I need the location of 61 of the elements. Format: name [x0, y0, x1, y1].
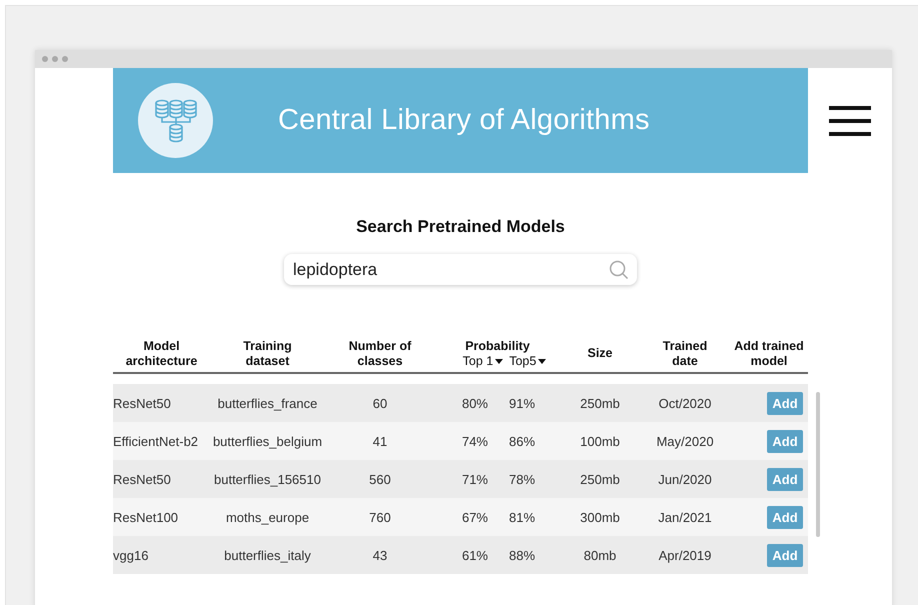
- add-button[interactable]: Add: [767, 506, 803, 528]
- table-cell-text: ResNet100: [113, 510, 180, 524]
- table-cell-text: Oct/2020: [658, 396, 712, 410]
- table-cell-text: moths_europe: [224, 510, 310, 524]
- table-cell-text: 61%: [460, 548, 489, 562]
- table-cell-text: EfficientNet-b2: [113, 434, 200, 448]
- window-dot-icon: [62, 56, 68, 62]
- table-cell-text: ResNet50: [113, 396, 172, 410]
- add-button[interactable]: Add: [767, 468, 803, 490]
- table-cell-text: butterflies_france: [216, 396, 318, 410]
- table-cell-text: 74%: [460, 434, 489, 448]
- table-cell-text: 67%: [460, 510, 489, 524]
- search-heading: Search Pretrained Models: [356, 217, 565, 237]
- caret-icon: [538, 358, 546, 364]
- table-cell-text: vgg16: [113, 548, 150, 562]
- add-button[interactable]: Add: [767, 430, 803, 452]
- table-cell-text: ResNet50: [113, 472, 172, 486]
- table-cell-text: 80mb: [582, 548, 618, 562]
- window-dot-icon: [42, 56, 48, 62]
- search-field[interactable]: lepidoptera: [284, 254, 637, 285]
- table-cell-text: 78%: [508, 472, 536, 486]
- scrollbar[interactable]: [816, 392, 820, 537]
- table-cell-text: Apr/2019: [658, 548, 712, 562]
- column-header: Size: [587, 346, 612, 361]
- menu-icon[interactable]: [829, 106, 871, 136]
- table-cell-text: 760: [368, 510, 392, 524]
- table-cell-text: Jun/2020: [657, 472, 713, 486]
- table-cell-text: 71%: [460, 472, 489, 486]
- column-header: Number of classes: [348, 338, 412, 368]
- table-cell-text: butterflies_156510: [213, 472, 322, 486]
- table-cell-text: 43: [372, 548, 388, 562]
- table-cell-text: 250mb: [579, 396, 621, 410]
- table-cell-text: 86%: [508, 434, 536, 448]
- table-cell-text: Jan/2021: [657, 510, 713, 524]
- table-cell-text: butterflies_belgium: [212, 434, 324, 448]
- add-button[interactable]: Add: [767, 392, 803, 414]
- sort-button[interactable]: Top5: [509, 354, 546, 368]
- database-icon: [152, 98, 198, 142]
- column-header: Add trained model: [733, 338, 805, 368]
- table-cell-text: 560: [368, 472, 392, 486]
- table-cell-text: 41: [372, 434, 388, 448]
- sort-button[interactable]: Top 1: [462, 354, 504, 368]
- column-header: Probability: [465, 339, 530, 354]
- table-cell-text: 60: [372, 396, 388, 410]
- table-cell-text: May/2020: [655, 434, 715, 448]
- table-cell-text: butterflies_italy: [223, 548, 312, 562]
- caret-icon: [495, 358, 504, 364]
- table-cell-text: 81%: [508, 510, 536, 524]
- search-icon: [609, 260, 629, 280]
- column-header: Trained date: [662, 338, 708, 368]
- table-cell-text: 250mb: [579, 472, 621, 486]
- column-header: Model architecture: [126, 338, 198, 368]
- window-dot-icon: [52, 56, 58, 62]
- column-header: Training dataset: [242, 338, 293, 368]
- table-cell-text: 88%: [508, 548, 536, 562]
- table-cell-text: 100mb: [579, 434, 621, 448]
- add-button[interactable]: Add: [767, 544, 803, 566]
- site-title: Central Library of Algorithms: [278, 104, 650, 137]
- table-cell-text: 91%: [508, 396, 536, 410]
- table-cell-text: 80%: [460, 396, 489, 410]
- table-cell-text: 300mb: [579, 510, 621, 524]
